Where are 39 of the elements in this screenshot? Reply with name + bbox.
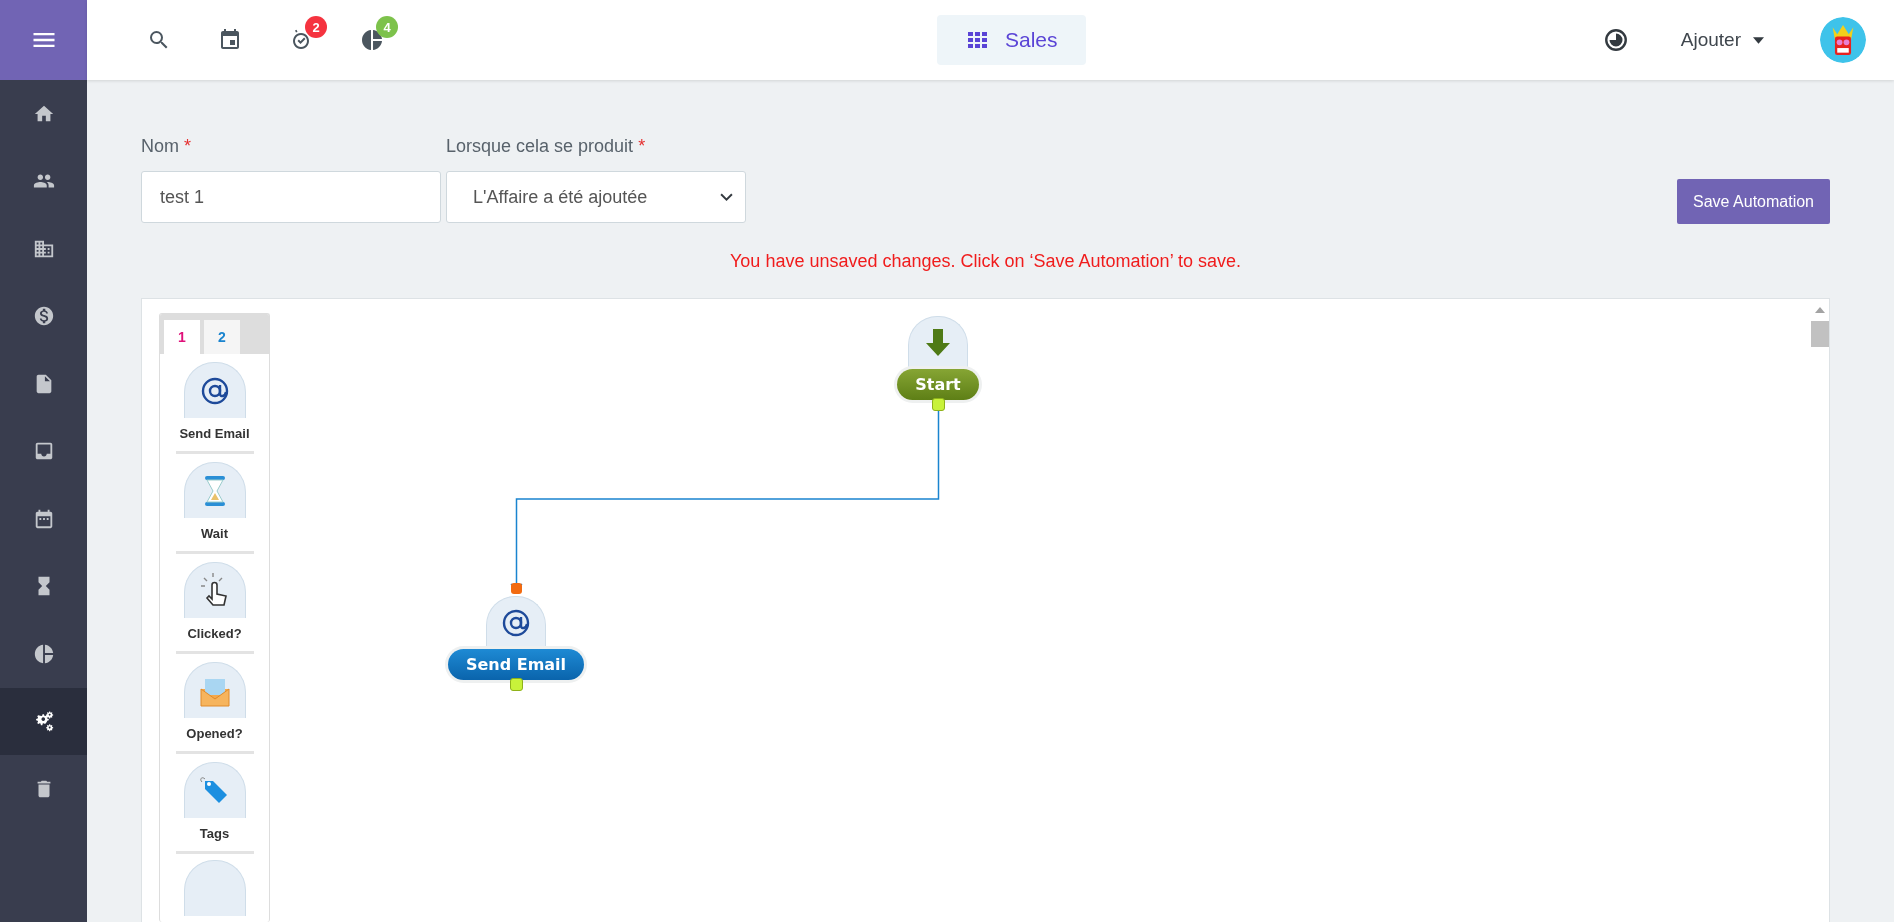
node-label[interactable]: Start [897, 369, 979, 400]
hourglass-icon[interactable] [183, 462, 246, 518]
add-dropdown[interactable]: Ajouter [1674, 28, 1770, 52]
at-sign-icon[interactable] [183, 362, 246, 418]
pointing-hand-icon[interactable] [183, 562, 246, 618]
output-port[interactable] [509, 678, 523, 691]
timer-button[interactable]: 2 [289, 16, 327, 52]
theme-button[interactable] [1602, 27, 1629, 53]
caret-icon [1753, 36, 1764, 44]
pie-chart-icon [32, 642, 55, 665]
action-label: Tags [199, 826, 230, 841]
sidebar-item[interactable] [0, 687, 87, 755]
half-moon-icon [1602, 27, 1629, 53]
chevron-icon [720, 192, 733, 202]
input-port[interactable] [510, 583, 522, 594]
tag-icon[interactable] [183, 762, 246, 818]
palette-tab[interactable]: 1 [164, 320, 200, 354]
output-port[interactable] [931, 398, 945, 411]
count-badge: 4 [376, 16, 398, 38]
action-label: Clicked? [187, 626, 242, 641]
pie-chart-icon [360, 28, 384, 52]
down-arrow-icon [908, 316, 968, 369]
calendar-icon [218, 28, 242, 52]
name-input[interactable]: test 1 [141, 171, 441, 223]
save-automation-button[interactable]: Save Automation [1677, 179, 1830, 224]
count-badge: 2 [305, 16, 327, 38]
dollar-icon [32, 305, 55, 328]
app-switcher-button[interactable]: Sales [937, 15, 1086, 65]
node-label[interactable]: Send Email [447, 649, 585, 680]
field-label: Nom * [141, 136, 193, 157]
unsaved-warning: You have unsaved changes. Click on ‘Save Automation’ to save. [729, 251, 1242, 272]
action-label: Opened? [186, 726, 243, 741]
trigger-select[interactable]: L'Affaire a été ajoutée [446, 171, 746, 223]
palette-tab[interactable]: 2 [204, 320, 240, 354]
avatar-icon[interactable] [1820, 17, 1866, 63]
field-label: Lorsque cela se produit * [446, 136, 647, 157]
action-label: Wait [201, 526, 228, 541]
at-sign-icon [486, 596, 546, 649]
action-label: Send Email [179, 426, 250, 441]
